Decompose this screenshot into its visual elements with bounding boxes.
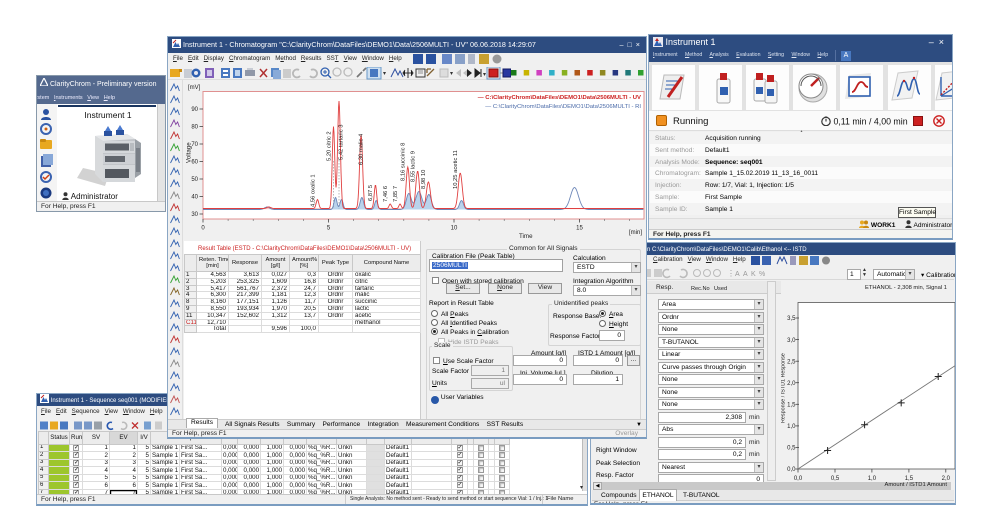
svg-text:8,16 succinic 8: 8,16 succinic 8 bbox=[401, 143, 407, 181]
svg-text:K: K bbox=[751, 271, 756, 278]
svg-text:0,0: 0,0 bbox=[787, 467, 796, 473]
svg-text:— C:\ClarityChrom\DataFiles\DE: — C:\ClarityChrom\DataFiles\DEMO1\Data\2… bbox=[478, 95, 641, 101]
svg-text:[mV]: [mV] bbox=[188, 85, 201, 91]
svg-text:80: 80 bbox=[191, 125, 198, 131]
svg-text:A: A bbox=[743, 271, 748, 278]
svg-text:— C:\ClarityChrom\DataFiles\DE: — C:\ClarityChrom\DataFiles\DEMO1\Data\2… bbox=[485, 104, 641, 110]
svg-text:0,0: 0,0 bbox=[794, 476, 803, 482]
svg-text:1,5: 1,5 bbox=[787, 403, 796, 409]
svg-text:Time: Time bbox=[519, 233, 533, 240]
svg-text:5,20 citric 2: 5,20 citric 2 bbox=[326, 131, 332, 161]
svg-text:[min]: [min] bbox=[629, 230, 642, 236]
svg-text:7,46 6: 7,46 6 bbox=[383, 186, 389, 202]
svg-text:7,85 7: 7,85 7 bbox=[393, 186, 399, 202]
svg-text:1,0: 1,0 bbox=[868, 476, 877, 482]
svg-text:8,98 10: 8,98 10 bbox=[421, 170, 427, 189]
svg-text:3,0: 3,0 bbox=[787, 338, 796, 344]
svg-text:Voltage: Voltage bbox=[186, 142, 193, 163]
svg-text:10: 10 bbox=[451, 226, 458, 232]
svg-text:0,5: 0,5 bbox=[787, 446, 796, 452]
svg-text:8,55 lactic 9: 8,55 lactic 9 bbox=[410, 151, 416, 182]
svg-text:50: 50 bbox=[191, 177, 198, 183]
svg-text:Amount / ISTD1 Amount: Amount / ISTD1 Amount bbox=[884, 482, 947, 488]
svg-text:2,0: 2,0 bbox=[787, 381, 796, 387]
svg-text:0: 0 bbox=[201, 226, 205, 232]
svg-text:1,0: 1,0 bbox=[787, 424, 796, 430]
svg-text:Response / ISTD1 Response: Response / ISTD1 Response bbox=[781, 353, 787, 423]
svg-text:40: 40 bbox=[191, 195, 198, 201]
svg-text:4,56 oxalic 1: 4,56 oxalic 1 bbox=[310, 174, 316, 207]
svg-text:3,5: 3,5 bbox=[787, 316, 796, 322]
svg-text:▾: ▾ bbox=[450, 71, 453, 77]
svg-text:6,30 malic 4: 6,30 malic 4 bbox=[359, 133, 365, 165]
svg-text:%: % bbox=[759, 271, 765, 278]
svg-text:5,42 tartaric 3: 5,42 tartaric 3 bbox=[339, 125, 345, 160]
svg-text:15: 15 bbox=[576, 226, 583, 232]
svg-text:10,25 acetic 11: 10,25 acetic 11 bbox=[453, 150, 459, 189]
svg-text:▾: ▾ bbox=[483, 72, 486, 78]
svg-text:5: 5 bbox=[327, 226, 331, 232]
svg-text:6,87 5: 6,87 5 bbox=[368, 185, 374, 201]
svg-text:▾: ▾ bbox=[383, 71, 386, 77]
svg-text:90: 90 bbox=[191, 107, 198, 113]
svg-text:A: A bbox=[735, 271, 740, 278]
svg-text:30: 30 bbox=[191, 212, 198, 218]
svg-text:⋮: ⋮ bbox=[727, 269, 735, 278]
svg-text:0,5: 0,5 bbox=[831, 476, 840, 482]
svg-text:2,5: 2,5 bbox=[787, 359, 796, 365]
